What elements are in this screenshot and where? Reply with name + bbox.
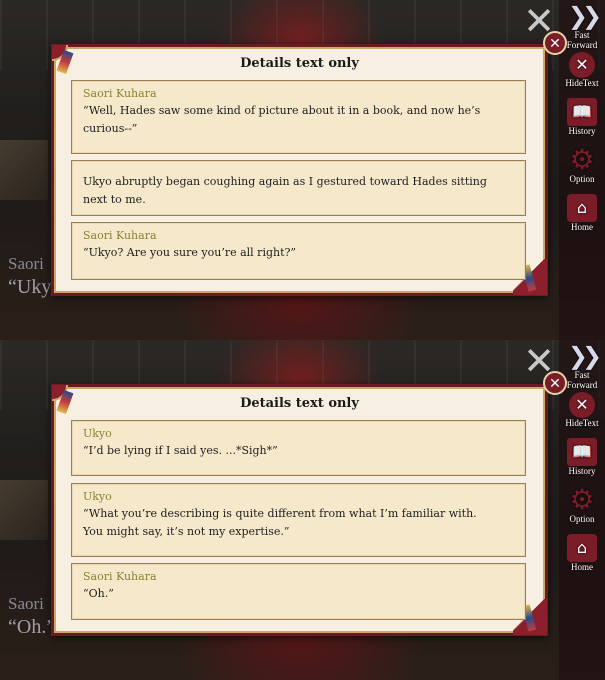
gear-icon: ⚙ — [569, 143, 595, 176]
book-icon: 📖 — [567, 98, 597, 126]
double-chevron-icon: ❯❯ — [567, 2, 602, 30]
dialog-title: Details text only — [240, 396, 359, 411]
entry-line: “Ukyo? Are you sure you’re all right?” — [83, 246, 297, 259]
history-button[interactable]: 📖 History — [559, 98, 605, 136]
entry-line: next to me. — [83, 193, 146, 206]
entry-line: curious--” — [83, 122, 138, 135]
x-circle-icon: ✕ — [569, 392, 595, 418]
entry-speaker: Ukyo — [83, 490, 112, 503]
details-dialog: ✕ Details text only Ukyo “I’d be lying i… — [51, 371, 567, 636]
double-chevron-icon: ❯❯ — [567, 342, 602, 370]
gear-icon: ⚙ — [569, 483, 595, 516]
log-entry: Saori Kuhara “Ukyo? Are you sure you’re … — [71, 222, 526, 280]
dialog-close-button[interactable]: ✕ — [543, 31, 567, 55]
option-label: Option — [569, 514, 595, 524]
details-dialog: ✕ Details text only Saori Kuhara “Well, … — [51, 31, 567, 296]
log-entry: Saori Kuhara “Oh.” — [71, 563, 526, 620]
side-menu: ❯❯ Fast Forward ✕ HideText 📖 History ⚙ O… — [559, 0, 605, 340]
log-entry: Ukyo abruptly began coughing again as I … — [71, 160, 526, 216]
entry-line: “I’d be lying if I said yes. ...*Sigh*” — [83, 444, 278, 457]
home-label: Home — [571, 222, 593, 232]
entry-speaker: Ukyo — [83, 427, 112, 440]
log-entry: Ukyo “I’d be lying if I said yes. ...*Si… — [71, 420, 526, 476]
screenshot-panel-2: Saori “Oh.” ❯❯ Fast Forward ✕ HideText 📖… — [0, 340, 605, 680]
hide-text-button[interactable]: ✕ HideText — [559, 50, 605, 88]
option-button[interactable]: ⚙ Option — [559, 483, 605, 525]
log-entry: Saori Kuhara “Well, Hades saw some kind … — [71, 80, 526, 154]
history-label: History — [568, 466, 596, 476]
log-entry: Ukyo “What you’re describing is quite di… — [71, 483, 526, 557]
home-button[interactable]: ⌂ Home — [559, 194, 605, 232]
book-icon: 📖 — [567, 438, 597, 466]
entry-speaker: Saori Kuhara — [83, 229, 157, 242]
screenshot-panel-1: Saori “Ukyo ❯❯ Fast Forward ✕ HideText 📖… — [0, 0, 605, 340]
entry-speaker: Saori Kuhara — [83, 87, 157, 100]
entry-line: You might say, it’s not my expertise.” — [83, 525, 290, 538]
dialog-close-button[interactable]: ✕ — [543, 371, 567, 395]
dialog-title: Details text only — [240, 56, 359, 71]
hide-text-label: HideText — [565, 78, 599, 88]
hide-text-label: HideText — [565, 418, 599, 428]
option-label: Option — [569, 174, 595, 184]
entry-line: Ukyo abruptly began coughing again as I … — [83, 175, 487, 188]
fast-forward-label: Fast Forward — [566, 30, 598, 50]
entry-line: “Well, Hades saw some kind of picture ab… — [83, 104, 481, 117]
house-icon: ⌂ — [567, 194, 597, 222]
house-icon: ⌂ — [567, 534, 597, 562]
hide-text-button[interactable]: ✕ HideText — [559, 390, 605, 428]
home-button[interactable]: ⌂ Home — [559, 534, 605, 572]
option-button[interactable]: ⚙ Option — [559, 143, 605, 185]
entry-speaker: Saori Kuhara — [83, 570, 157, 583]
fast-forward-label: Fast Forward — [566, 370, 598, 390]
history-label: History — [568, 126, 596, 136]
side-menu: ❯❯ Fast Forward ✕ HideText 📖 History ⚙ O… — [559, 340, 605, 680]
history-button[interactable]: 📖 History — [559, 438, 605, 476]
entry-line: “What you’re describing is quite differe… — [83, 507, 477, 520]
x-circle-icon: ✕ — [569, 52, 595, 78]
home-label: Home — [571, 562, 593, 572]
entry-line: “Oh.” — [83, 587, 114, 600]
